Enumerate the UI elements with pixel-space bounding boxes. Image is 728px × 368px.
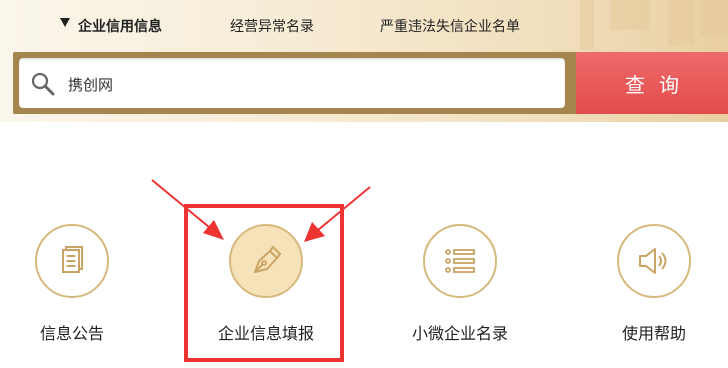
speaker-icon <box>639 248 667 274</box>
search-button[interactable]: 查询 <box>576 52 728 114</box>
service-label: 信息公告 <box>39 324 104 343</box>
tab-serious-violation[interactable]: 严重违法失信企业名单 <box>380 16 520 36</box>
service-icon-circle <box>423 224 497 298</box>
tab-abnormal-operation[interactable]: 经营异常名录 <box>230 16 314 36</box>
service-label: 小微企业名录 <box>411 324 508 343</box>
service-usage-help[interactable]: 使用帮助 <box>599 224 709 344</box>
search-input[interactable] <box>66 68 550 100</box>
service-icon-circle <box>35 224 109 298</box>
category-tabs: 企业信用信息 经营异常名录 严重违法失信企业名单 <box>0 0 728 50</box>
search-input-wrapper <box>19 58 565 108</box>
service-small-micro-list[interactable]: 小微企业名录 <box>405 224 515 344</box>
tab-enterprise-credit[interactable]: 企业信用信息 <box>78 16 162 36</box>
search-bar: 查询 <box>13 52 728 114</box>
highlight-box <box>184 204 344 362</box>
service-label: 使用帮助 <box>621 324 686 343</box>
search-icon <box>31 72 55 96</box>
service-info-announcement[interactable]: 信息公告 <box>17 224 127 344</box>
dropdown-arrow-icon <box>60 18 70 27</box>
service-icon-circle <box>617 224 691 298</box>
list-icon <box>445 249 475 273</box>
document-icon <box>62 246 83 273</box>
